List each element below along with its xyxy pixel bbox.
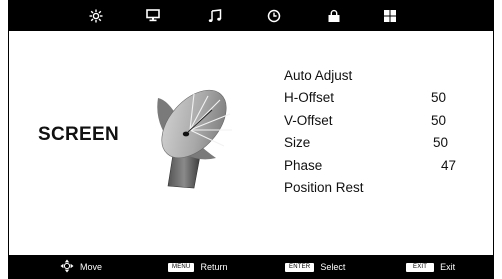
menu-item-value: 50 bbox=[430, 112, 446, 128]
tab-picture[interactable] bbox=[76, 0, 116, 31]
tab-audio[interactable] bbox=[195, 0, 235, 31]
setup-icon bbox=[383, 9, 397, 23]
hint-label: Select bbox=[320, 262, 346, 272]
menu-tab-bar bbox=[8, 0, 494, 31]
menu-item-position-reset[interactable]: Position Rest bbox=[284, 177, 464, 200]
screen-settings-menu: Auto Adjust H-Offset 50 V-Offset 50 Size… bbox=[284, 64, 464, 199]
tab-lock[interactable] bbox=[314, 0, 354, 31]
menu-item-h-offset[interactable]: H-Offset 50 bbox=[284, 87, 464, 110]
time-icon bbox=[267, 9, 281, 23]
picture-icon bbox=[89, 9, 103, 23]
enter-key: ENTER bbox=[285, 262, 315, 272]
satellite-dish-icon bbox=[150, 78, 245, 190]
menu-item-value: 50 bbox=[430, 90, 446, 106]
screen-icon bbox=[146, 9, 160, 22]
hint-move: Move bbox=[60, 255, 102, 279]
exit-key: EXIT bbox=[406, 262, 435, 272]
hint-label: Return bbox=[200, 262, 228, 272]
menu-item-label: Phase bbox=[284, 157, 323, 173]
menu-key: MENU bbox=[168, 262, 195, 272]
menu-item-label: Auto Adjust bbox=[284, 67, 353, 83]
menu-item-auto-adjust[interactable]: Auto Adjust bbox=[284, 64, 464, 87]
tab-time[interactable] bbox=[254, 0, 294, 31]
hint-select: ENTER Select bbox=[285, 255, 345, 279]
hint-exit: EXIT Exit bbox=[406, 255, 455, 279]
menu-item-label: Size bbox=[284, 135, 311, 151]
hint-label: Exit bbox=[440, 262, 456, 272]
help-bar: Move MENU Return ENTER Select EXIT Exit bbox=[8, 255, 494, 279]
menu-item-label: V-Offset bbox=[284, 112, 333, 128]
tab-setup[interactable] bbox=[370, 0, 410, 31]
hint-label: Move bbox=[80, 262, 103, 272]
menu-item-value: 47 bbox=[440, 157, 456, 173]
menu-item-label: Position Rest bbox=[284, 180, 364, 196]
menu-item-size[interactable]: Size 50 bbox=[284, 132, 464, 155]
four-way-arrow-icon bbox=[60, 259, 74, 275]
menu-item-value: 50 bbox=[432, 135, 448, 151]
menu-item-label: H-Offset bbox=[284, 90, 335, 106]
hint-return: MENU Return bbox=[168, 255, 227, 279]
audio-icon bbox=[208, 8, 222, 23]
menu-item-phase[interactable]: Phase 47 bbox=[284, 154, 464, 177]
lock-icon bbox=[327, 9, 341, 23]
tab-screen[interactable] bbox=[133, 0, 173, 31]
menu-item-v-offset[interactable]: V-Offset 50 bbox=[284, 109, 464, 132]
page-title: SCREEN bbox=[38, 124, 119, 145]
